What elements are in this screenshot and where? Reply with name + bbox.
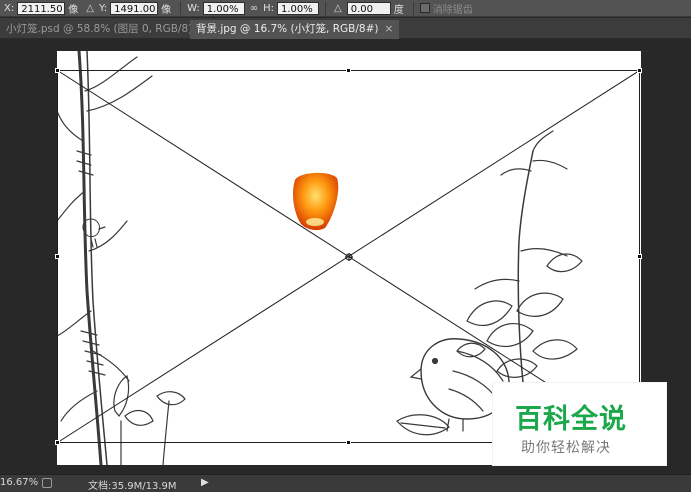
watermark-title: 百科全说 — [515, 404, 627, 435]
x-position-input[interactable]: 2111.50 — [17, 1, 66, 15]
rotation-angle-input[interactable]: 0.00 — [346, 1, 391, 15]
zoom-level[interactable]: 16.67% — [0, 477, 38, 488]
separator — [412, 1, 414, 15]
options-bar: X: 2111.50 像 △ Y: 1491.00 像 W: 1.00% ∞ H… — [0, 0, 691, 17]
angle-unit: 度 — [393, 4, 404, 16]
watermark-logo: 百科全说 助你轻松解决 — [493, 383, 666, 465]
antialias-label: 消除锯齿 — [432, 4, 473, 16]
reference-point-icon[interactable]: △ — [86, 3, 94, 14]
transform-handle-top-right[interactable] — [637, 68, 642, 73]
transform-handle-left[interactable] — [55, 254, 60, 259]
close-icon[interactable]: × — [384, 23, 393, 35]
link-icon[interactable]: ∞ — [250, 3, 258, 14]
separator — [325, 1, 326, 15]
tab-label: 背景.jpg @ 16.7% (小灯笼, RGB/8#) — [196, 23, 379, 35]
status-bar: 16.67% 文档:35.9M/13.9M ▶ — [0, 474, 691, 492]
transform-handle-right[interactable] — [637, 254, 642, 259]
document-tab-bar: 小灯笼.psd @ 58.8% (图层 0, RGB/8)× 背景.jpg @ … — [0, 18, 691, 39]
transform-handle-bottom-left[interactable] — [55, 440, 60, 445]
y-position-input[interactable]: 1491.00 — [110, 1, 159, 15]
x-label: X: — [4, 2, 15, 14]
transform-handle-top-left[interactable] — [55, 68, 60, 73]
status-menu-arrow-icon[interactable]: ▶ — [201, 477, 209, 488]
separator — [180, 1, 182, 15]
x-unit: 像 — [68, 4, 79, 16]
tab-lantern-psd[interactable]: 小灯笼.psd @ 58.8% (图层 0, RGB/8)× — [0, 20, 213, 39]
sky-lantern-image[interactable] — [289, 170, 341, 232]
width-scale-input[interactable]: 1.00% — [202, 1, 245, 15]
tab-background-jpg[interactable]: 背景.jpg @ 16.7% (小灯笼, RGB/8#) × — [190, 20, 400, 39]
y-label: Y: — [98, 2, 108, 14]
h-label: H: — [263, 2, 274, 14]
watermark-subtitle: 助你轻松解决 — [521, 440, 611, 456]
angle-icon: △ — [334, 2, 342, 14]
transform-handle-top[interactable] — [346, 68, 351, 73]
document-size-info: 文档:35.9M/13.9M — [88, 481, 177, 492]
tab-label: 小灯笼.psd @ 58.8% (图层 0, RGB/8) — [6, 23, 193, 35]
y-unit: 像 — [161, 4, 172, 16]
transform-handle-bottom[interactable] — [346, 440, 351, 445]
w-label: W: — [187, 2, 200, 14]
height-scale-input[interactable]: 1.00% — [277, 1, 319, 15]
share-icon[interactable] — [42, 478, 52, 488]
antialias-checkbox[interactable] — [419, 3, 430, 13]
